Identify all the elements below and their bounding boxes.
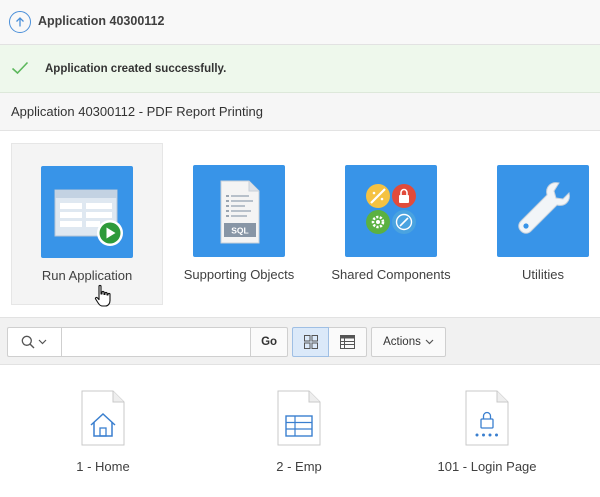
table-page-icon [277,390,321,446]
actions-label: Actions [383,336,421,348]
page-item-login[interactable]: 101 - Login Page [402,365,572,497]
utilities-tile[interactable]: Utilities [467,143,600,305]
application-breadcrumb[interactable]: Application 40300112 [38,14,164,28]
actions-menu-button[interactable]: Actions [371,327,446,357]
page-item-emp[interactable]: 2 - Emp [214,365,384,497]
application-tiles: Run Application SQL Supporting Objects S… [0,131,600,317]
report-view-icon [340,335,355,349]
report-view-button[interactable] [329,327,367,357]
page-list-toolbar: Go Actions [0,317,600,365]
search-input[interactable] [60,327,252,357]
success-message-text: Application created successfully. [45,63,227,75]
chevron-down-icon [425,339,434,345]
shared-components-label: Shared Components [331,267,451,282]
chevron-down-icon [38,339,47,345]
grid-view-icon [303,335,318,349]
supporting-objects-tile[interactable]: SQL Supporting Objects [163,143,315,305]
page-label-login: 101 - Login Page [437,459,537,474]
page-title: Application 40300112 - PDF Report Printi… [11,104,263,119]
top-navigation-bar: Application 40300112 [0,0,600,45]
arrow-up-circle-icon[interactable] [9,11,31,33]
page-label-home: 1 - Home [76,459,130,474]
grid-view-button[interactable] [292,327,329,357]
run-application-icon [41,166,133,258]
page-item-home[interactable]: 1 - Home [18,365,188,497]
search-options-button[interactable] [7,327,61,357]
view-toggle-group [292,327,367,357]
run-application-label: Run Application [41,268,133,283]
wrench-icon [497,165,589,257]
svg-text:SQL: SQL [231,226,248,236]
region-header: Application 40300112 - PDF Report Printi… [0,93,600,131]
hand-pointer-icon [94,284,111,307]
login-page-icon [465,390,509,446]
run-application-tile[interactable]: Run Application [11,143,163,307]
utilities-label: Utilities [522,267,564,282]
go-button[interactable]: Go [251,327,288,357]
home-page-icon [81,390,125,446]
sql-document-icon: SQL [193,165,285,257]
success-message: Application created successfully. [0,45,600,93]
pages-list: 1 - Home 2 - Emp 101 - Login Page [0,365,600,497]
checkmark-icon [11,61,29,75]
page-label-emp: 2 - Emp [276,459,322,474]
shared-components-tile[interactable]: Shared Components [315,143,467,305]
search-group: Go [7,327,288,357]
supporting-objects-label: Supporting Objects [183,267,295,282]
shared-components-icon [345,165,437,257]
search-icon [22,335,35,349]
